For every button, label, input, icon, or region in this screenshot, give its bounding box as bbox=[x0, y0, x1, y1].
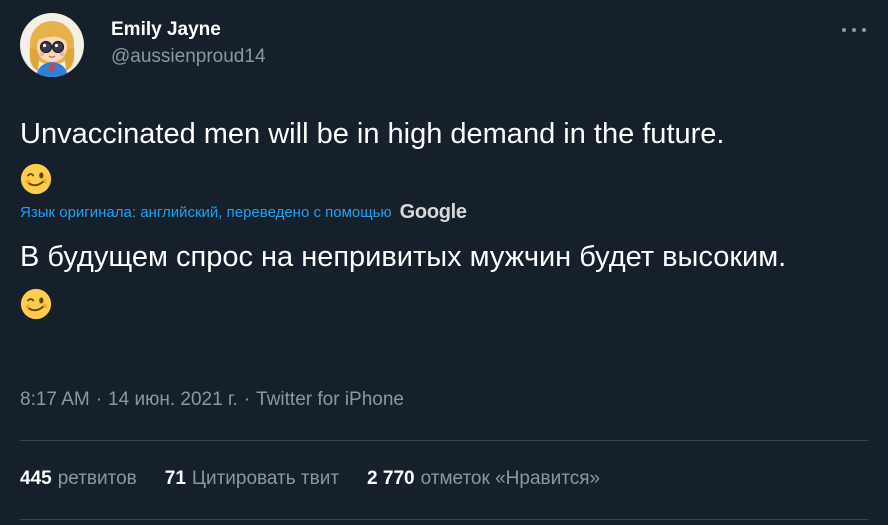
more-dot bbox=[862, 28, 866, 32]
translation-notice-link[interactable]: Язык оригинала: английский, переведено с… bbox=[20, 204, 392, 221]
quotes-label: Цитировать твит bbox=[191, 468, 340, 489]
more-dot bbox=[852, 28, 856, 32]
retweets-stat[interactable]: 445 ретвитов bbox=[20, 468, 137, 490]
tweet-detail: Emily Jayne @aussienproud14 Unvaccinated… bbox=[0, 0, 888, 525]
winking-face-icon bbox=[20, 289, 52, 320]
likes-count: 2 770 bbox=[367, 468, 415, 489]
tweet-source[interactable]: Twitter for iPhone bbox=[256, 389, 404, 411]
quotes-count: 71 bbox=[164, 468, 186, 489]
tweet-header: Emily Jayne @aussienproud14 bbox=[20, 13, 266, 77]
translated-text: В будущем спрос на непривитых мужчин буд… bbox=[20, 241, 787, 273]
quotes-stat[interactable]: 71 Цитировать твит bbox=[165, 468, 339, 490]
author-names: Emily Jayne @aussienproud14 bbox=[111, 18, 266, 69]
tweet-meta: 8:17 AM · 14 июн. 2021 г. · Twitter for … bbox=[20, 389, 404, 411]
tweet-time[interactable]: 8:17 AM bbox=[20, 389, 90, 411]
avatar[interactable] bbox=[20, 13, 84, 77]
author-handle[interactable]: @aussienproud14 bbox=[111, 45, 266, 69]
retweets-count: 445 bbox=[20, 468, 52, 489]
tweet-original-text: Unvaccinated men will be in high demand … bbox=[20, 112, 870, 200]
meta-separator: · bbox=[95, 389, 103, 410]
google-logo: Google bbox=[399, 201, 467, 223]
emoji-line bbox=[20, 156, 870, 200]
tweet-text: Unvaccinated men will be in high demand … bbox=[20, 118, 725, 150]
tweet-stats: 445 ретвитов 71 Цитировать твит 2 770 от… bbox=[20, 468, 628, 490]
tweet-date[interactable]: 14 июн. 2021 г. bbox=[108, 389, 238, 411]
likes-stat[interactable]: 2 770 отметок «Нравится» bbox=[367, 468, 600, 490]
more-dot bbox=[842, 28, 846, 32]
winking-face-icon bbox=[20, 164, 52, 195]
meta-separator: · bbox=[243, 389, 251, 410]
more-options-icon[interactable] bbox=[842, 22, 866, 38]
divider bbox=[20, 440, 868, 441]
tweet-translated-text: В будущем спрос на непривитых мужчин буд… bbox=[20, 236, 840, 326]
author-display-name[interactable]: Emily Jayne bbox=[111, 18, 266, 42]
likes-label: отметок «Нравится» bbox=[420, 468, 601, 489]
translation-notice: Язык оригинала: английский, переведено с… bbox=[20, 201, 467, 224]
divider bbox=[20, 519, 868, 520]
avatar-image bbox=[20, 13, 84, 77]
emoji-line bbox=[20, 282, 840, 326]
retweets-label: ретвитов bbox=[57, 468, 137, 489]
